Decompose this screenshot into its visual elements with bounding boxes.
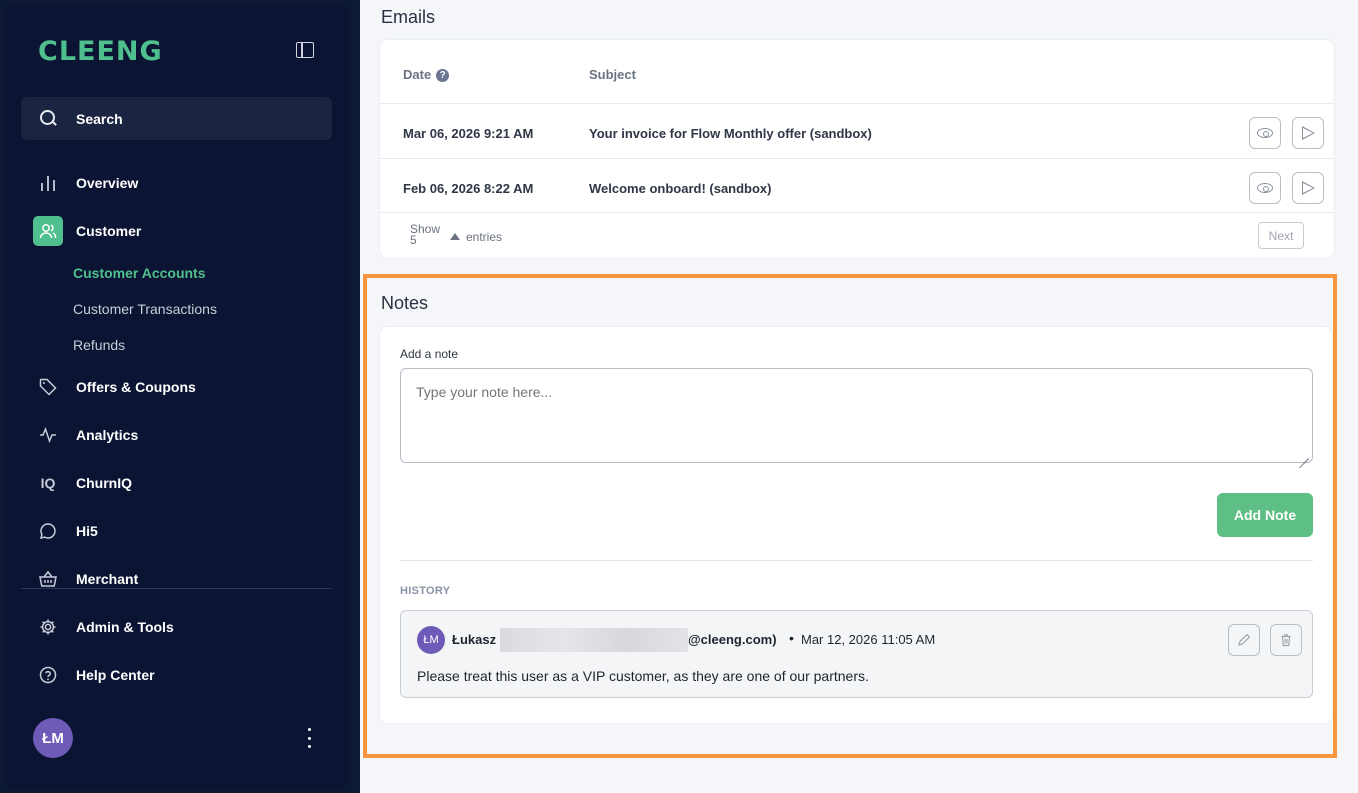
sidebar-item-analytics[interactable]: Analytics — [21, 419, 332, 451]
sidebar-subitem-customer-transactions[interactable]: Customer Transactions — [73, 301, 217, 317]
churniq-icon: IQ — [40, 475, 56, 491]
email-subject: Your invoice for Flow Monthly offer (san… — [589, 126, 872, 141]
sidebar-item-help-center[interactable]: Help Center — [21, 659, 332, 691]
sidebar-item-churniq[interactable]: IQ ChurnIQ — [21, 467, 332, 499]
sidebar-item-merchant[interactable]: Merchant — [21, 563, 332, 595]
users-icon — [33, 216, 63, 246]
notes-highlight-frame — [363, 274, 1337, 758]
search-label: Search — [76, 110, 123, 127]
sidebar-item-label: Analytics — [76, 427, 139, 443]
sidebar-item-label: Customer — [76, 223, 142, 239]
bar-chart-icon — [33, 168, 63, 198]
basket-icon — [33, 564, 63, 594]
resend-email-button[interactable] — [1292, 117, 1324, 149]
table-divider — [380, 212, 1334, 213]
sidebar-subitem-customer-accounts[interactable]: Customer Accounts — [73, 265, 206, 281]
column-header-date: Date? — [403, 67, 450, 82]
sidebar-item-label: Offers & Coupons — [76, 379, 196, 395]
entries-label: entries — [450, 230, 502, 244]
tag-icon — [33, 372, 63, 402]
sidebar-item-label: ChurnIQ — [76, 475, 132, 491]
table-divider — [380, 103, 1334, 104]
sidebar-item-label: Hi5 — [76, 523, 98, 539]
email-date: Mar 06, 2026 9:21 AM — [403, 126, 534, 141]
view-email-button[interactable] — [1249, 172, 1281, 204]
emails-table: Date? Subject Mar 06, 2026 9:21 AM Your … — [380, 40, 1334, 258]
sidebar-item-label: Overview — [76, 175, 139, 191]
caret-up-icon[interactable] — [450, 233, 460, 240]
sidebar-item-hi5[interactable]: Hi5 — [21, 515, 332, 547]
sidebar-item-offers-coupons[interactable]: Offers & Coupons — [21, 371, 332, 403]
column-header-subject: Subject — [589, 67, 636, 82]
help-circle-icon — [33, 660, 63, 690]
sidebar: CLEENG Search Overview Customer Customer… — [4, 4, 349, 789]
eye-icon — [1257, 128, 1273, 138]
kebab-menu-icon[interactable] — [304, 728, 314, 748]
sidebar-item-customer[interactable]: Customer — [21, 215, 332, 247]
gear-icon — [33, 612, 63, 642]
search-button[interactable]: Search — [21, 97, 332, 140]
chat-bubble-icon — [33, 516, 63, 546]
user-avatar[interactable]: ŁM — [33, 718, 73, 758]
sidebar-item-label: Help Center — [76, 667, 155, 683]
logo-text: CLEENG — [38, 35, 163, 67]
sidebar-divider — [21, 588, 332, 589]
cleeng-logo[interactable]: CLEENG — [38, 35, 163, 67]
help-icon[interactable]: ? — [436, 69, 450, 82]
eye-icon — [1257, 183, 1273, 193]
sidebar-subitem-refunds[interactable]: Refunds — [73, 337, 125, 353]
sidebar-item-label: Admin & Tools — [76, 619, 174, 635]
table-divider — [380, 158, 1334, 159]
next-page-button[interactable]: Next — [1258, 222, 1304, 249]
emails-title: Emails — [381, 7, 436, 27]
email-date: Feb 06, 2026 8:22 AM — [403, 181, 534, 196]
sidebar-item-label: Merchant — [76, 571, 139, 587]
sidebar-item-admin-tools[interactable]: Admin & Tools — [21, 611, 332, 643]
send-icon — [1301, 126, 1315, 140]
sidebar-collapse-icon[interactable] — [296, 42, 314, 58]
send-icon — [1301, 181, 1315, 195]
view-email-button[interactable] — [1249, 117, 1281, 149]
page-size-value: 5 — [410, 233, 417, 247]
sidebar-item-overview[interactable]: Overview — [21, 167, 332, 199]
email-subject: Welcome onboard! (sandbox) — [589, 181, 772, 196]
page-size-select[interactable]: Show 5 — [410, 223, 440, 247]
resend-email-button[interactable] — [1292, 172, 1324, 204]
column-header-date-label: Date — [403, 67, 432, 82]
search-icon — [39, 109, 59, 129]
activity-icon — [33, 420, 63, 450]
